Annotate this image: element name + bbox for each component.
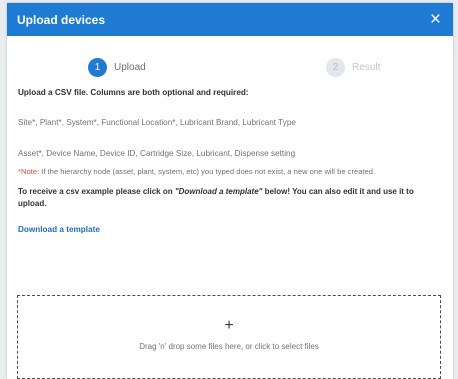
note-text: *Note: If the hierarchy node (asset, pla…	[18, 166, 441, 177]
download-template-link[interactable]: Download a template	[18, 225, 100, 234]
file-dropzone[interactable]: + Drag 'n' drop some files here, or clic…	[17, 295, 441, 379]
stepper: 1 Upload 2 Result	[7, 50, 453, 86]
dialog-header: Upload devices ×	[7, 3, 453, 36]
step-upload: 1 Upload	[88, 58, 146, 77]
receive-text: To receive a csv example please click on…	[18, 186, 441, 210]
intro-text: Upload a CSV file. Columns are both opti…	[18, 88, 249, 97]
dialog-content: Upload a CSV file. Columns are both opti…	[7, 88, 453, 237]
dropzone-text: Drag 'n' drop some files here, or click …	[139, 341, 319, 351]
receive-prefix: To receive a csv example please click on	[18, 187, 175, 196]
note-prefix: *Note:	[18, 167, 40, 176]
note-body: If the hierarchy node (asset, plant, sys…	[39, 167, 376, 176]
step-2-number: 2	[326, 58, 345, 77]
close-icon[interactable]: ×	[430, 10, 441, 29]
columns-line-1: Site*, Plant*, System*, Functional Locat…	[18, 118, 296, 127]
upload-devices-dialog: Upload devices × 1 Upload 2 Result Uploa…	[7, 3, 453, 379]
plus-icon: +	[224, 316, 234, 334]
step-2-label: Result	[352, 62, 381, 73]
step-result: 2 Result	[326, 58, 380, 77]
receive-emphasis: "Download a template"	[174, 187, 263, 196]
columns-line-2: Asset*, Device Name, Device ID, Cartridg…	[18, 149, 296, 158]
step-1-label: Upload	[114, 62, 146, 73]
step-1-number: 1	[88, 58, 107, 77]
dialog-title: Upload devices	[17, 12, 106, 27]
